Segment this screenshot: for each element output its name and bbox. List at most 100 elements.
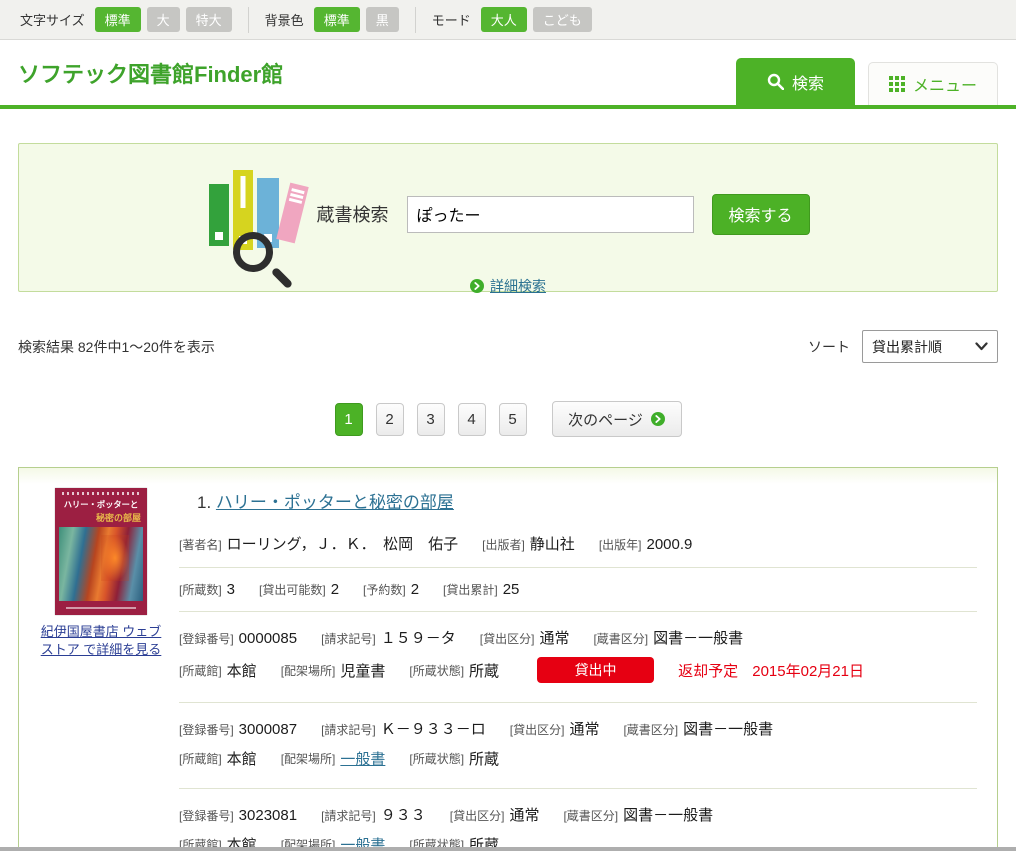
call-number-label: [請求記号] [321,807,376,824]
holding-row: [登録番号] 0000085 [請求記号] １５９－タ [貸出区分] 通常 [蔵… [179,625,977,689]
loan-type-value: 通常 [509,804,539,825]
bg-standard-button[interactable]: 標準 [314,7,360,32]
kinokuniya-store-link[interactable]: 紀伊国屋書店 ウェブストア で詳細を見る [39,623,163,659]
page-button-5[interactable]: 5 [499,403,527,436]
page-button-1[interactable]: 1 [335,403,363,436]
tab-menu[interactable]: メニュー [868,62,998,105]
bibliographic-row: [著者名] ローリング，Ｊ．Ｋ． 松岡 佑子 [出版者] 静山社 [出版年] 2… [179,533,977,554]
collection-type-value: 図書－一般書 [653,627,743,648]
year-label: [出版年] [599,536,642,553]
call-number-value: ９３３ [381,804,426,825]
site-header: ソフテック図書館Finder館 検索 メニュー [0,40,1016,105]
advanced-search-link[interactable]: 詳細検索 [490,276,546,296]
background-color-label: 背景色 [265,10,304,29]
page-button-4[interactable]: 4 [458,403,486,436]
holdings-count-value: 3 [227,581,235,598]
mode-label: モード [432,10,471,29]
status-label: [所蔵状態] [409,750,464,767]
loan-type-label: [貸出区分] [510,721,565,738]
loan-type-label: [貸出区分] [480,630,535,647]
sort-select[interactable]: 貸出累計順 [862,330,998,363]
author-label: [著者名] [179,536,222,553]
library-label: [所蔵館] [179,750,222,767]
loan-total-value: 25 [503,581,520,598]
header-accent-line [0,105,1016,109]
pagination: 1 2 3 4 5 次のページ [0,401,1016,437]
search-icon [767,73,784,90]
reg-number-label: [登録番号] [179,807,234,824]
divider [179,702,977,703]
divider [415,7,416,33]
on-loan-badge: 貸出中 [537,657,654,683]
font-size-large-button[interactable]: 大 [147,7,180,32]
menu-grid-icon [889,76,905,92]
cover-illustration [59,527,143,601]
page-button-3[interactable]: 3 [417,403,445,436]
next-page-button[interactable]: 次のページ [552,401,682,437]
author-value: ローリング，Ｊ．Ｋ． 松岡 佑子 [227,533,458,554]
library-label: [所蔵館] [179,662,222,679]
divider [179,611,977,612]
tab-search[interactable]: 検索 [736,58,855,105]
library-value: 本館 [227,748,257,769]
loan-type-value: 通常 [569,718,599,739]
shelf-location-link[interactable]: 一般書 [340,748,385,769]
status-value: 所蔵 [469,660,499,681]
available-count-label: [貸出可能数] [259,581,326,598]
background-color-group: 背景色 標準 黒 [265,7,399,32]
font-size-standard-button[interactable]: 標準 [95,7,141,32]
sort-selected-value: 貸出累計順 [872,337,942,357]
call-number-value: １５９－タ [381,627,456,648]
collection-type-label: [蔵書区分] [593,630,648,647]
results-bar: 検索結果 82件中1～20件を表示 ソート 貸出累計順 [18,330,998,363]
collection-type-value: 図書－一般書 [623,804,713,825]
holding-row: [登録番号] 3023081 [請求記号] ９３３ [貸出区分] 通常 [蔵書区… [179,802,977,851]
due-date-label: 返却予定 [678,663,738,680]
search-input[interactable] [407,196,694,233]
reservation-count-label: [予約数] [363,581,406,598]
font-size-xlarge-button[interactable]: 特大 [186,7,232,32]
page-button-2[interactable]: 2 [376,403,404,436]
reg-number-value: 0000085 [239,630,297,647]
counts-row: [所蔵数] 3 [貸出可能数] 2 [予約数] 2 [貸出累計] 25 [179,581,977,598]
loan-total-label: [貸出累計] [443,581,498,598]
reg-number-value: 3023081 [239,807,297,824]
font-size-label: 文字サイズ [20,10,85,29]
result-item-media: ハリー・ポッターと 秘密の部屋 紀伊国屋書店 ウェブストア で詳細を見る [39,488,163,851]
shelf-value: 児童書 [340,660,385,681]
cover-title-line1: ハリー・ポッターと [59,499,144,511]
library-search-page: 文字サイズ 標準 大 特大 背景色 標準 黒 モード 大人 こども ソフテック図… [0,0,1016,851]
search-submit-button[interactable]: 検索する [712,194,810,235]
result-item: ハリー・ポッターと 秘密の部屋 紀伊国屋書店 ウェブストア で詳細を見る 1. … [18,467,998,851]
status-label: [所蔵状態] [409,662,464,679]
result-item-details: 1. ハリー・ポッターと秘密の部屋 [著者名] ローリング，Ｊ．Ｋ． 松岡 佑子… [179,488,977,851]
reservation-count-value: 2 [411,581,419,598]
window-bottom-edge [0,847,1016,851]
mode-kids-button[interactable]: こども [533,7,592,32]
bg-black-button[interactable]: 黒 [366,7,399,32]
divider [248,7,249,33]
status-value: 所蔵 [469,748,499,769]
holdings-count-label: [所蔵数] [179,581,222,598]
year-value: 2000.9 [646,536,692,553]
result-title-link[interactable]: ハリー・ポッターと秘密の部屋 [216,493,454,512]
mode-adult-button[interactable]: 大人 [481,7,527,32]
tab-menu-label: メニュー [913,72,977,96]
accessibility-bar: 文字サイズ 標準 大 特大 背景色 標準 黒 モード 大人 こども [0,0,1016,40]
loan-type-label: [貸出区分] [450,807,505,824]
catalog-search-label: 蔵書検索 [317,201,389,227]
holding-row: [登録番号] 3000087 [請求記号] Ｋ－９３３－ロ [貸出区分] 通常 … [179,716,977,775]
sort-label: ソート [808,337,850,357]
mode-group: モード 大人 こども [432,7,592,32]
collection-type-label: [蔵書区分] [623,721,678,738]
result-index: 1. [197,493,211,512]
results-summary: 検索結果 82件中1～20件を表示 [18,337,215,357]
collection-type-label: [蔵書区分] [563,807,618,824]
available-count-value: 2 [331,581,339,598]
cover-title-line2: 秘密の部屋 [55,511,147,524]
chevron-down-icon [975,342,988,351]
call-number-label: [請求記号] [321,630,376,647]
books-magnifier-illustration [207,166,299,262]
call-number-label: [請求記号] [321,721,376,738]
call-number-value: Ｋ－９３３－ロ [381,718,486,739]
